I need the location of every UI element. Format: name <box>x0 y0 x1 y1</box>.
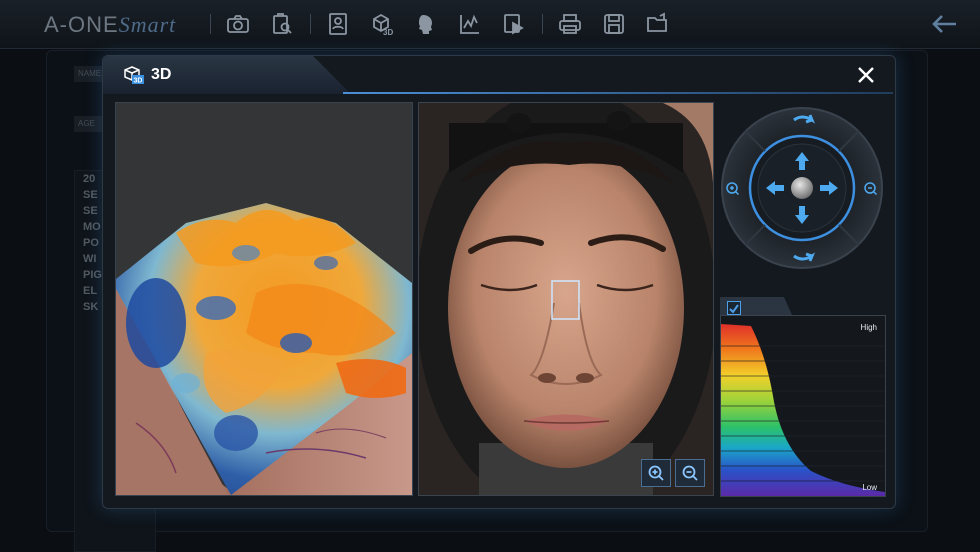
depth-color-scale: High Low <box>720 315 886 497</box>
printer-icon[interactable] <box>556 10 584 38</box>
top-toolbar: A-ONESmart 3D <box>0 0 980 49</box>
svg-text:3D: 3D <box>134 78 143 85</box>
modal-title-underline <box>343 92 893 94</box>
3d-modal: 3D 3D High Low <box>102 55 896 509</box>
svg-text:3D: 3D <box>383 28 393 36</box>
3d-navigation-control <box>720 106 884 270</box>
image-zoom-controls <box>641 459 705 487</box>
face-image-view[interactable] <box>418 102 714 496</box>
save-icon[interactable] <box>600 10 628 38</box>
face-profile-icon[interactable] <box>412 10 440 38</box>
zoom-out-icon[interactable] <box>675 459 705 487</box>
toolbar-separator <box>210 14 211 34</box>
arrow-left-icon[interactable] <box>930 12 958 36</box>
histogram-checkbox[interactable] <box>727 301 741 315</box>
cube-3d-icon[interactable]: 3D <box>368 10 396 38</box>
app-logo: A-ONESmart <box>44 12 177 37</box>
3d-skin-surface-render <box>116 203 412 495</box>
camera-icon[interactable] <box>224 10 252 38</box>
toolbar-separator <box>310 14 311 34</box>
3d-surface-view[interactable] <box>115 102 413 496</box>
face-photo <box>419 103 713 495</box>
modal-title-text: 3D <box>151 66 172 83</box>
scale-high-label: High <box>860 323 877 332</box>
scale-low-label: Low <box>862 483 877 492</box>
cube-3d-icon: 3D <box>124 66 144 85</box>
video-file-icon[interactable] <box>500 10 528 38</box>
zoom-in-icon[interactable] <box>641 459 671 487</box>
chart-icon[interactable] <box>456 10 484 38</box>
modal-title: 3D 3D <box>123 65 171 85</box>
toolbar-separator <box>542 14 543 34</box>
folder-open-icon[interactable] <box>644 10 672 38</box>
clipboard-search-icon[interactable] <box>268 10 296 38</box>
profile-card-icon[interactable] <box>324 10 352 38</box>
color-scale-graph <box>721 324 885 496</box>
close-icon[interactable] <box>857 66 875 84</box>
